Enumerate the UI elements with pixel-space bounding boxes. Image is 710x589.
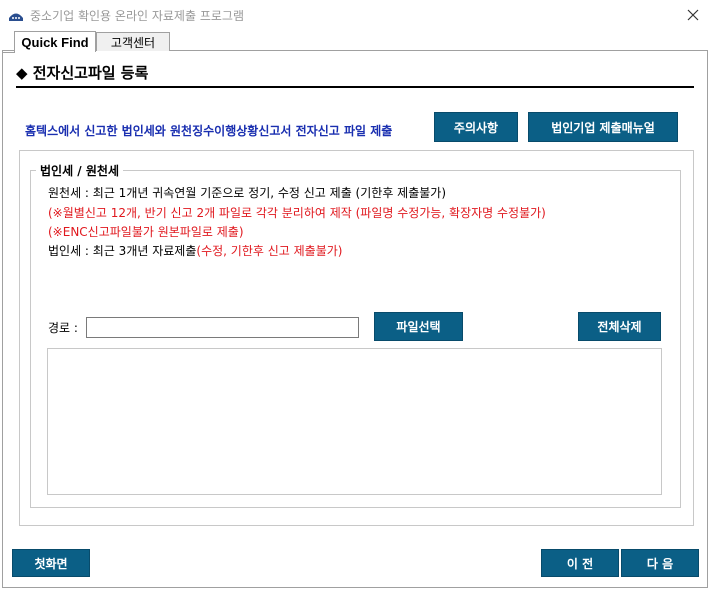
app-logo-icon bbox=[9, 13, 23, 21]
path-label: 경로 : bbox=[48, 321, 78, 335]
tab-quick-find[interactable]: Quick Find bbox=[3, 31, 96, 53]
corporate-tax-label: 법인세 : 최근 3개년 자료제출 bbox=[48, 244, 197, 258]
withholding-tax-info: 원천세 : 최근 1개년 귀속연월 기준으로 정기, 수정 신고 제출 (기한후… bbox=[48, 186, 447, 200]
file-list[interactable] bbox=[47, 348, 662, 495]
next-button[interactable]: 다 음 bbox=[621, 549, 699, 577]
home-button[interactable]: 첫화면 bbox=[12, 549, 90, 577]
page-title: ◆ 전자신고파일 등록 bbox=[16, 64, 149, 82]
notice-button[interactable]: 주의사항 bbox=[434, 112, 518, 142]
enc-file-note: (※ENC신고파일불가 원본파일로 제출) bbox=[48, 225, 244, 239]
corporate-tax-restriction: (수정, 기한후 신고 제출불가) bbox=[196, 244, 343, 258]
group-title: 법인세 / 원천세 bbox=[36, 162, 123, 179]
delete-all-button[interactable]: 전체삭제 bbox=[578, 312, 661, 341]
tab-customer-center[interactable]: 고객센터 bbox=[96, 32, 170, 51]
select-file-button[interactable]: 파일선택 bbox=[374, 312, 463, 341]
manual-button[interactable]: 법인기업 제출매뉴얼 bbox=[528, 112, 678, 142]
corporate-tax-info: 법인세 : 최근 3개년 자료제출(수정, 기한후 신고 제출불가) bbox=[48, 242, 342, 259]
path-input[interactable] bbox=[86, 317, 359, 338]
close-button[interactable] bbox=[680, 4, 706, 26]
window-title: 중소기업 확인용 온라인 자료제출 프로그램 bbox=[30, 9, 244, 23]
page-description: 홈텍스에서 신고한 법인세와 원천징수이행상황신고서 전자신고 파일 제출 bbox=[25, 124, 393, 138]
prev-button[interactable]: 이 전 bbox=[541, 549, 619, 577]
close-icon bbox=[687, 9, 699, 21]
title-divider bbox=[16, 86, 694, 88]
monthly-filing-note: (※월별신고 12개, 반기 신고 2개 파일로 각각 분리하여 제작 (파일명… bbox=[48, 206, 546, 220]
